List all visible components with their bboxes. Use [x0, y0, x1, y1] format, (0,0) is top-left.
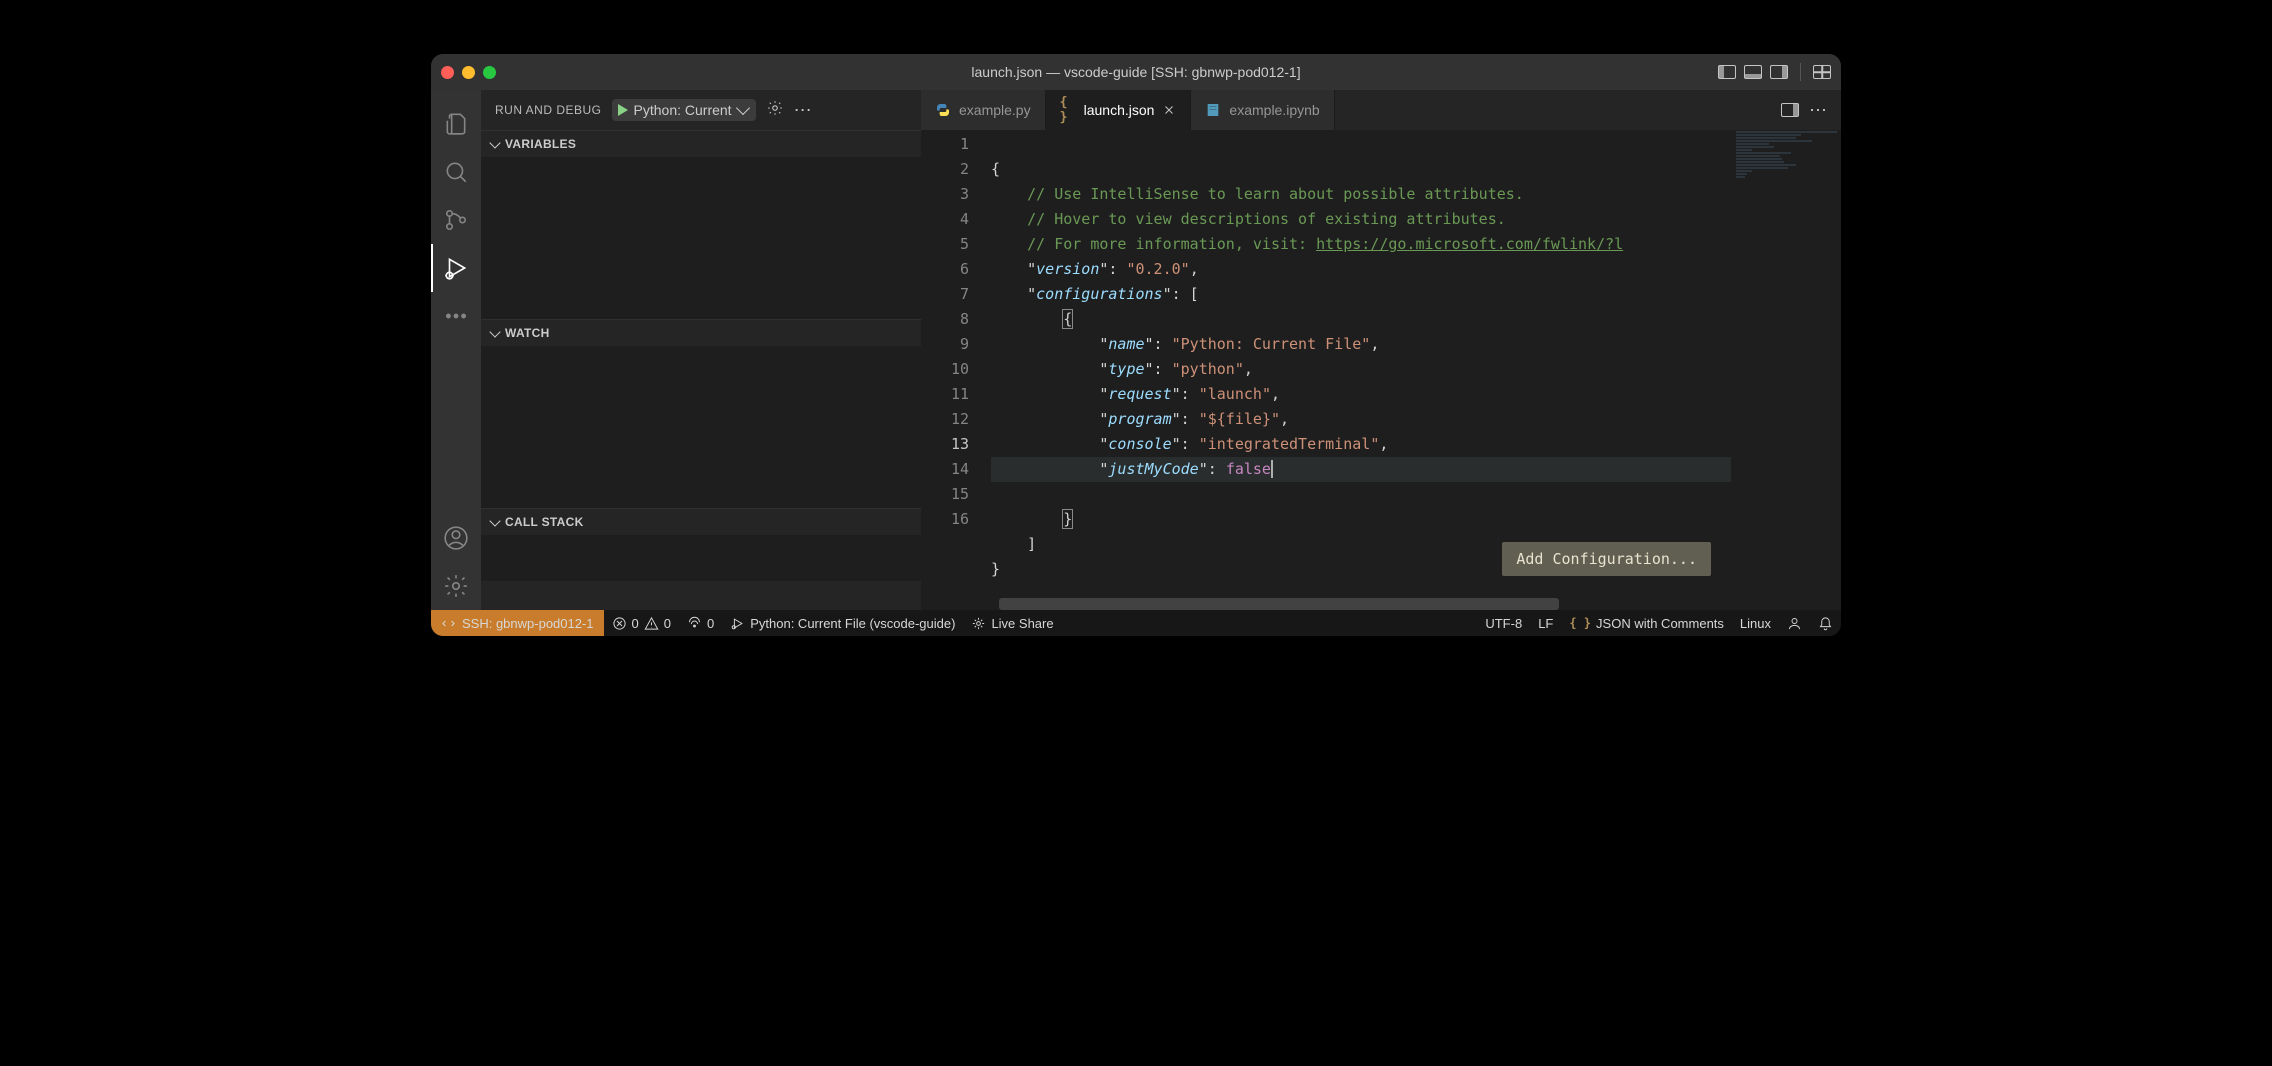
- json-file-icon: { }: [1060, 102, 1076, 118]
- split-editor-icon[interactable]: [1781, 103, 1799, 117]
- run-debug-icon[interactable]: [431, 244, 481, 292]
- feedback-icon[interactable]: [1779, 616, 1810, 631]
- fullscreen-window-button[interactable]: [483, 66, 496, 79]
- layout-controls: [1718, 63, 1831, 81]
- callstack-label: CALL STACK: [505, 515, 584, 529]
- line-gutter: 1 2 3 4 5 6 7 8 9 10 11 12 13 14 15 16: [921, 130, 991, 598]
- separator: [1800, 63, 1801, 81]
- start-debug-icon: [618, 104, 628, 116]
- vscode-window: launch.json — vscode-guide [SSH: gbnwp-p…: [431, 54, 1841, 636]
- problems-indicator[interactable]: 0 0: [604, 616, 679, 631]
- tab-example-py[interactable]: example.py: [921, 90, 1046, 130]
- chevron-down-icon: [489, 515, 500, 526]
- encoding-indicator[interactable]: UTF-8: [1477, 616, 1530, 631]
- add-configuration-button[interactable]: Add Configuration...: [1502, 542, 1711, 576]
- chevron-down-icon: [489, 137, 500, 148]
- eol-indicator[interactable]: LF: [1530, 616, 1561, 631]
- sidebar-more-icon[interactable]: ⋯: [794, 101, 814, 119]
- code-content[interactable]: { // Use IntelliSense to learn about pos…: [991, 130, 1731, 598]
- notifications-icon[interactable]: [1810, 616, 1841, 631]
- search-icon[interactable]: [431, 148, 481, 196]
- editor-tabs: example.py { } launch.json example.ipynb: [921, 90, 1841, 130]
- remote-indicator[interactable]: SSH: gbnwp-pod012-1: [431, 610, 604, 636]
- workbench-body: RUN AND DEBUG Python: Current ⋯ VARIABLE…: [431, 90, 1841, 610]
- tab-label: example.ipynb: [1229, 102, 1319, 118]
- editor-area: example.py { } launch.json example.ipynb: [921, 90, 1841, 610]
- tab-label: example.py: [959, 102, 1031, 118]
- sidebar-header: RUN AND DEBUG Python: Current ⋯: [481, 90, 921, 130]
- open-launch-json-icon[interactable]: [766, 99, 784, 122]
- watch-header[interactable]: WATCH: [481, 320, 921, 346]
- debug-target-indicator[interactable]: Python: Current File (vscode-guide): [722, 616, 963, 631]
- debug-sidebar: RUN AND DEBUG Python: Current ⋯ VARIABLE…: [481, 90, 921, 610]
- language-mode-indicator[interactable]: { } JSON with Comments: [1561, 616, 1732, 631]
- callstack-section: CALL STACK: [481, 508, 921, 581]
- os-indicator[interactable]: Linux: [1732, 616, 1779, 631]
- debug-config-selector[interactable]: Python: Current: [612, 99, 756, 121]
- remote-host-label: SSH: gbnwp-pod012-1: [462, 616, 594, 631]
- variables-label: VARIABLES: [505, 137, 576, 151]
- accounts-icon[interactable]: [431, 514, 481, 562]
- explorer-icon[interactable]: [431, 100, 481, 148]
- editor-more-icon[interactable]: ⋯: [1809, 100, 1829, 121]
- tab-example-ipynb[interactable]: example.ipynb: [1191, 90, 1334, 130]
- watch-label: WATCH: [505, 326, 550, 340]
- variables-body: [481, 157, 921, 319]
- python-file-icon: [935, 102, 951, 118]
- horizontal-scrollbar[interactable]: [921, 598, 1841, 610]
- editor-body[interactable]: 1 2 3 4 5 6 7 8 9 10 11 12 13 14 15 16: [921, 130, 1841, 598]
- toggle-secondary-sidebar-button[interactable]: [1770, 65, 1788, 79]
- minimap[interactable]: [1731, 130, 1841, 598]
- more-views-icon[interactable]: [431, 292, 481, 340]
- callstack-body: [481, 535, 921, 581]
- settings-gear-icon[interactable]: [431, 562, 481, 610]
- close-window-button[interactable]: [441, 66, 454, 79]
- customize-layout-button[interactable]: [1813, 65, 1831, 79]
- toggle-panel-button[interactable]: [1744, 65, 1762, 79]
- editor-actions: ⋯: [1769, 90, 1841, 130]
- chevron-down-icon: [736, 101, 750, 115]
- close-tab-icon[interactable]: [1162, 103, 1176, 117]
- source-control-icon[interactable]: [431, 196, 481, 244]
- titlebar: launch.json — vscode-guide [SSH: gbnwp-p…: [431, 54, 1841, 90]
- json-braces-icon: { }: [1569, 616, 1591, 630]
- live-share-indicator[interactable]: Live Share: [963, 616, 1061, 631]
- tab-label: launch.json: [1084, 102, 1155, 118]
- minimize-window-button[interactable]: [462, 66, 475, 79]
- window-title: launch.json — vscode-guide [SSH: gbnwp-p…: [431, 64, 1841, 80]
- variables-section: VARIABLES: [481, 130, 921, 319]
- text-cursor: [1271, 460, 1273, 478]
- activity-bar: [431, 90, 481, 610]
- tab-launch-json[interactable]: { } launch.json: [1046, 90, 1192, 130]
- callstack-header[interactable]: CALL STACK: [481, 509, 921, 535]
- window-controls: [441, 66, 496, 79]
- scrollbar-thumb[interactable]: [999, 598, 1559, 610]
- sidebar-title: RUN AND DEBUG: [495, 103, 602, 117]
- watch-section: WATCH: [481, 319, 921, 508]
- chevron-down-icon: [489, 326, 500, 337]
- toggle-primary-sidebar-button[interactable]: [1718, 65, 1736, 79]
- notebook-file-icon: [1205, 102, 1221, 118]
- watch-body: [481, 346, 921, 508]
- ports-indicator[interactable]: 0: [679, 616, 722, 631]
- statusbar: SSH: gbnwp-pod012-1 0 0 0 Python: Curren…: [431, 610, 1841, 636]
- variables-header[interactable]: VARIABLES: [481, 131, 921, 157]
- debug-config-name: Python: Current: [634, 102, 732, 118]
